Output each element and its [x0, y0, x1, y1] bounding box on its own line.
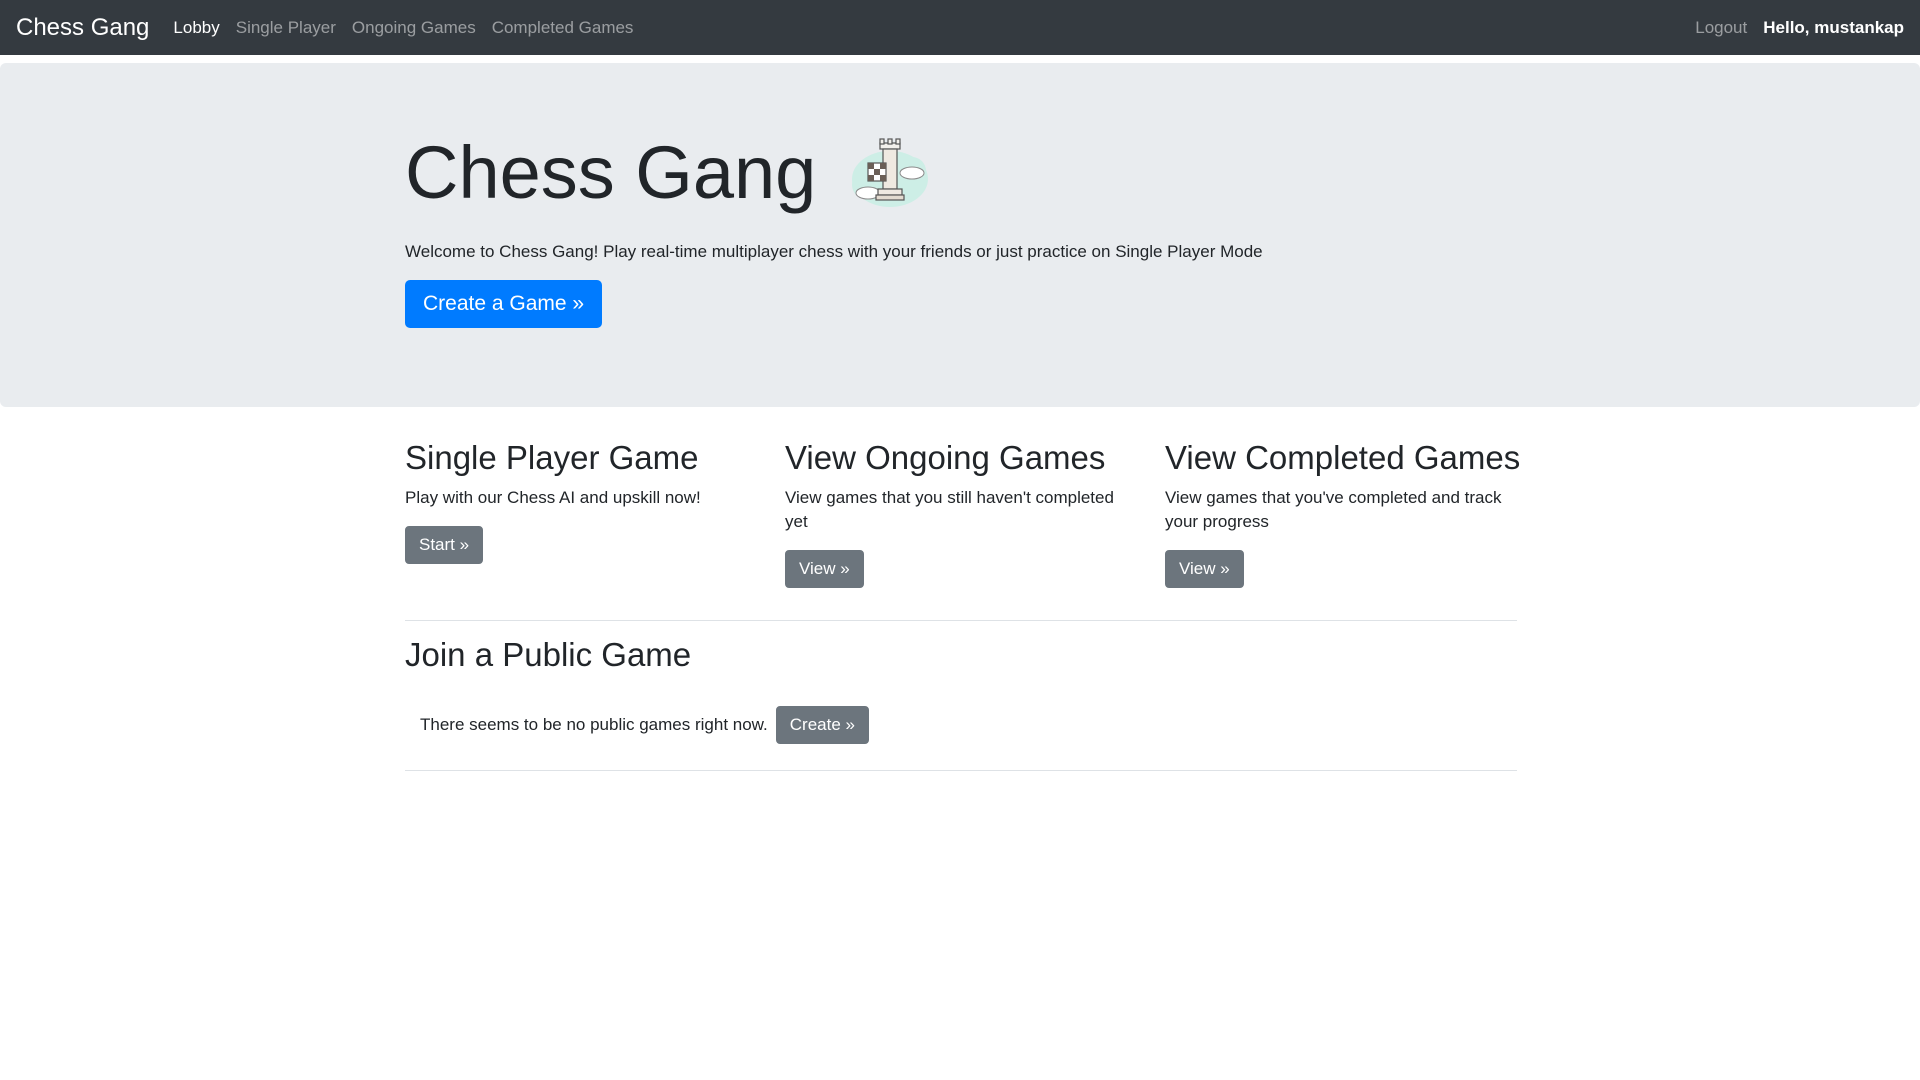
public-games-title: Join a Public Game [405, 636, 692, 673]
public-games-row: There seems to be no public games right … [420, 706, 869, 744]
feature-description: View games that you still haven't comple… [785, 487, 1114, 531]
hero-title-row: Chess Gang [405, 133, 934, 213]
top-navbar: Chess Gang Lobby Single Player Ongoing G… [0, 0, 1920, 55]
create-public-game-button[interactable]: Create » [775, 706, 869, 744]
hero-jumbotron: Chess Gang Welcome to Chess Gang! Play r… [0, 63, 1920, 407]
hero-lead-text: Welcome to Chess Gang! Play real-time mu… [405, 242, 1263, 261]
user-greeting: Hello, mustankap [1763, 17, 1904, 37]
feature-completed-games: View Completed Games View games that you… [1165, 438, 1521, 588]
nav-link-single-player[interactable]: Single Player [236, 18, 336, 38]
chess-rook-icon [852, 138, 929, 207]
start-single-player-button[interactable]: Start » [405, 525, 484, 564]
feature-title: Single Player Game [405, 439, 699, 476]
create-game-button[interactable]: Create a Game » [405, 280, 603, 328]
nav-link-completed-games[interactable]: Completed Games [492, 18, 634, 38]
page-title: Chess Gang [405, 131, 817, 214]
public-games-empty-message: There seems to be no public games right … [420, 715, 768, 734]
nav-link-ongoing-games[interactable]: Ongoing Games [352, 18, 476, 38]
logout-link[interactable]: Logout [1695, 18, 1747, 38]
section-divider [405, 620, 1517, 621]
nav-link-lobby[interactable]: Lobby [173, 18, 219, 38]
feature-description: View games that you've completed and tra… [1165, 487, 1502, 531]
feature-single-player: Single Player Game Play with our Chess A… [405, 438, 755, 564]
feature-title: View Ongoing Games [785, 439, 1106, 476]
view-ongoing-games-button[interactable]: View » [785, 549, 864, 588]
feature-ongoing-games: View Ongoing Games View games that you s… [785, 438, 1135, 588]
nav-right-group: Logout Hello, mustankap [1695, 18, 1904, 38]
feature-description: Play with our Chess AI and upskill now! [405, 487, 701, 507]
brand-link[interactable]: Chess Gang [16, 14, 149, 42]
view-completed-games-button[interactable]: View » [1165, 549, 1244, 588]
feature-title: View Completed Games [1165, 439, 1521, 476]
section-divider [405, 770, 1517, 771]
